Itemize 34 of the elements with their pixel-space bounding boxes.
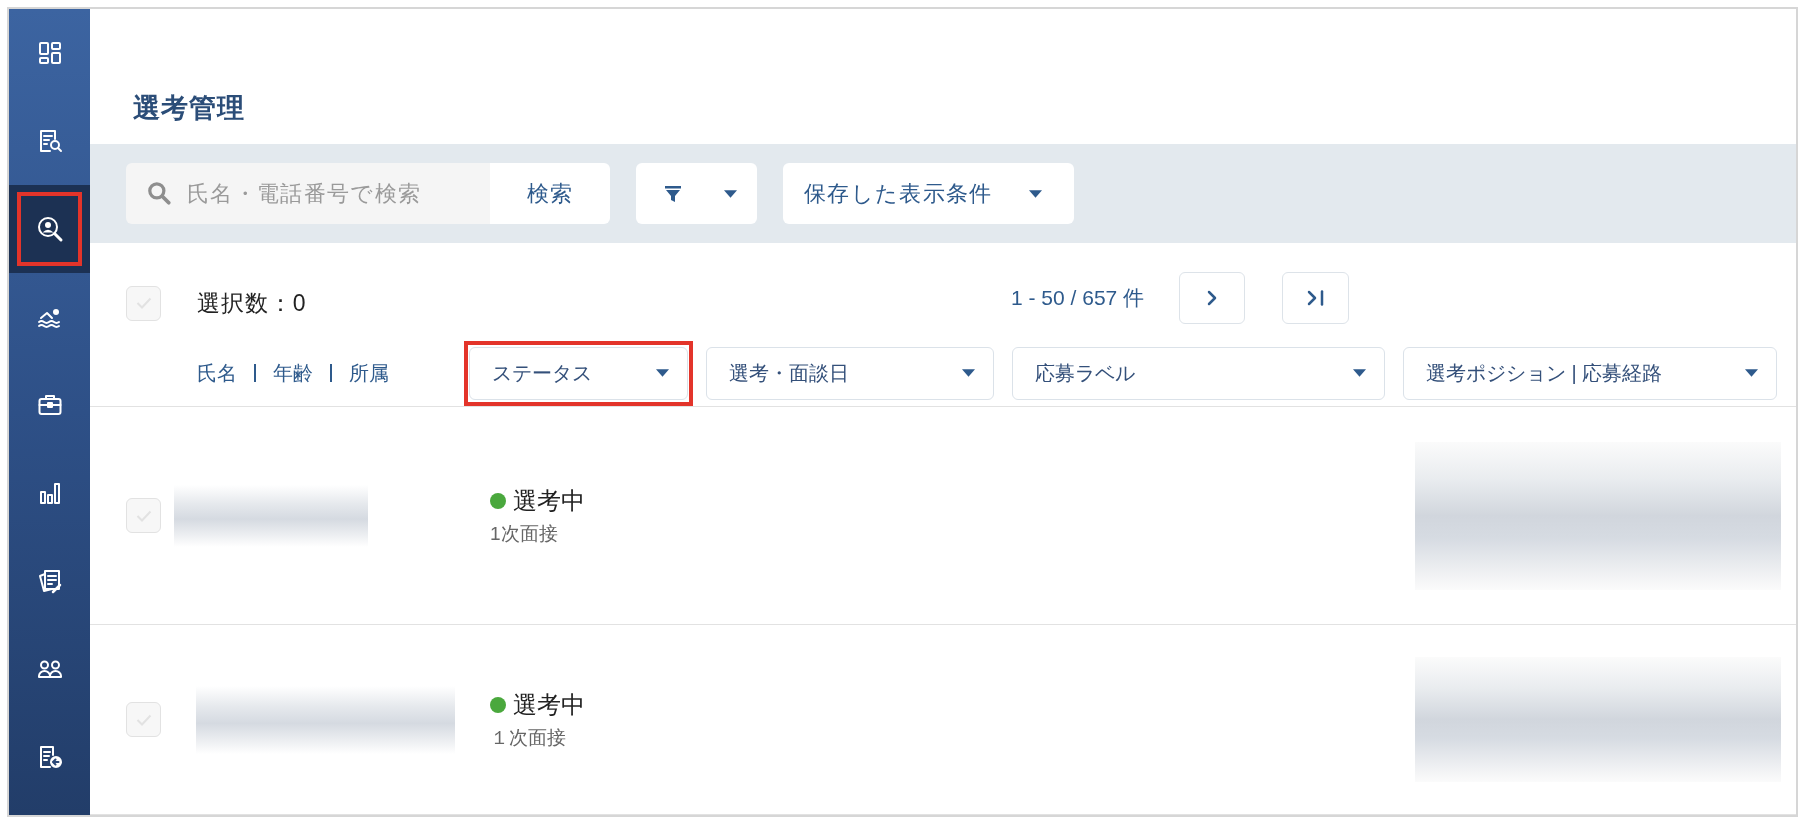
sort-link[interactable]: 氏名 <box>197 358 237 388</box>
funnel-icon <box>663 183 683 204</box>
column-filter-dropdown[interactable]: 選考・面談日 <box>706 346 994 400</box>
checkbox[interactable] <box>126 498 161 533</box>
selection-count: 選択数：0 <box>197 288 307 318</box>
sort-link[interactable]: 年齢 <box>273 358 313 388</box>
filter-button[interactable] <box>636 163 757 224</box>
caret-icon <box>1745 369 1758 377</box>
column-filter-dropdown[interactable]: 応募ラベル <box>1012 346 1385 400</box>
caret-icon <box>724 189 737 198</box>
search-icon <box>146 180 172 206</box>
chevron-last-icon <box>1306 290 1325 306</box>
caret-icon <box>1353 369 1366 377</box>
column-filter-dropdown[interactable]: 選考ポジション | 応募経路 <box>1403 346 1777 400</box>
status-label: 選考中 <box>513 485 585 516</box>
pagination-range: 1 - 50 / 657 件 <box>1011 285 1145 312</box>
sidebar-item[interactable] <box>9 185 90 273</box>
last-page-button[interactable] <box>1282 272 1350 324</box>
checkbox[interactable] <box>126 285 161 321</box>
caret-icon <box>962 369 975 377</box>
search-field[interactable]: 氏名・電話番号で検索 <box>126 163 490 224</box>
column-filter-dropdown[interactable]: ステータス <box>469 346 688 400</box>
user-search-icon <box>35 215 64 243</box>
caret-icon <box>656 369 669 377</box>
chevron-right-icon <box>1207 290 1218 306</box>
caret-icon <box>1029 189 1042 198</box>
status-label: 選考中 <box>513 689 585 720</box>
sort-link[interactable]: 所属 <box>349 358 389 388</box>
stage-label: １次面接 <box>490 725 567 750</box>
checkbox[interactable] <box>126 702 161 737</box>
stage-label: 1次面接 <box>490 521 559 546</box>
page-title: 選考管理 <box>133 92 246 125</box>
search-button[interactable]: 検索 <box>490 163 610 224</box>
saved-views-dropdown[interactable]: 保存した表示条件 <box>783 163 1074 224</box>
